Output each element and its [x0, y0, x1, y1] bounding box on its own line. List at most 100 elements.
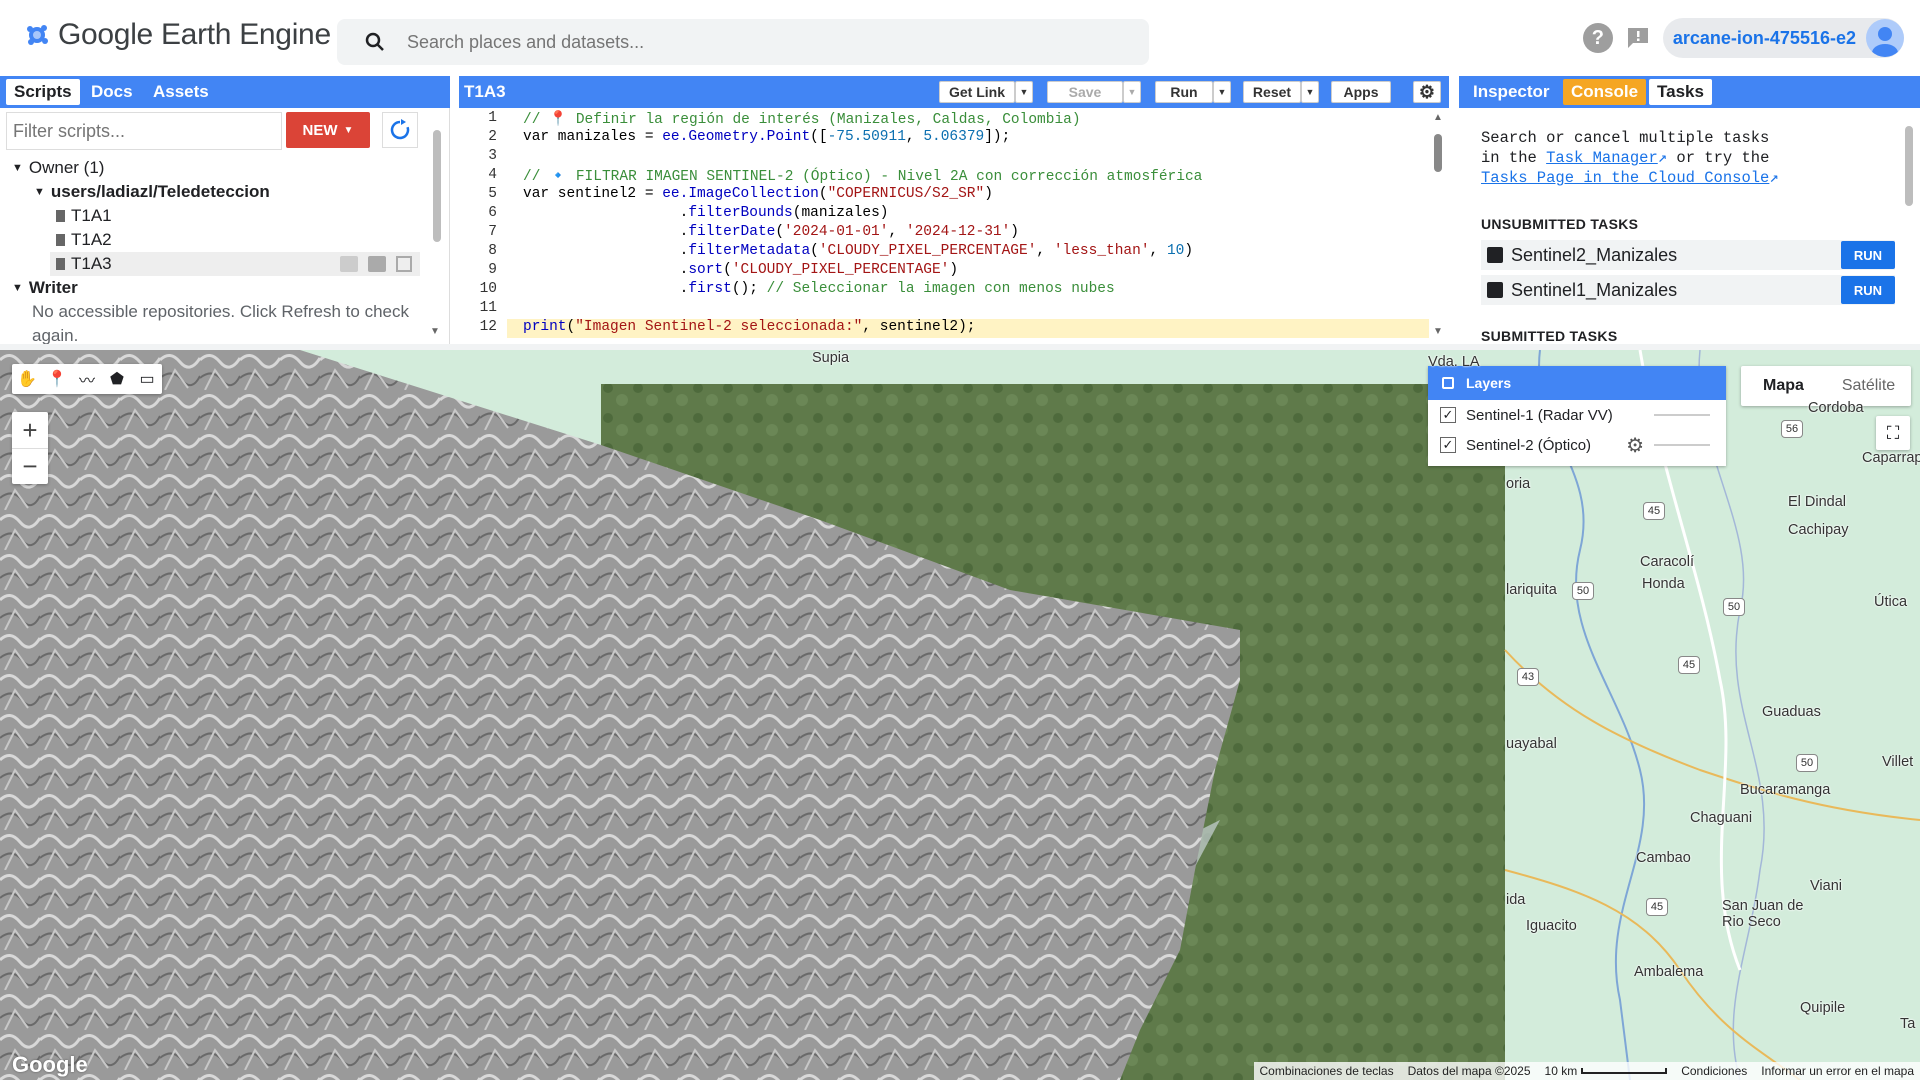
terms-link[interactable]: Condiciones	[1681, 1064, 1747, 1078]
tab-tasks[interactable]: Tasks	[1649, 79, 1712, 105]
layer-checkbox[interactable]: ✓	[1440, 407, 1456, 423]
code-line[interactable]: 9 . sort('CLOUDY_PIXEL_PERCENTAGE')	[459, 262, 1429, 281]
scroll-up-icon[interactable]: ▲	[1433, 112, 1443, 123]
get-link-button[interactable]: Get Link	[939, 81, 1015, 103]
opacity-slider[interactable]	[1654, 414, 1710, 416]
run-dropdown[interactable]: ▼	[1213, 81, 1231, 103]
code-token: )	[949, 262, 959, 278]
help-icon[interactable]: ?	[1582, 23, 1613, 53]
tree-owner[interactable]: ▼ Owner (1)	[0, 156, 430, 180]
tab-docs[interactable]: Docs	[83, 79, 141, 105]
file-label: T1A3	[71, 254, 112, 273]
code-token: (	[723, 262, 732, 278]
scroll-down-icon[interactable]: ▼	[430, 326, 440, 337]
code-line[interactable]: 12 print("Imagen Sentinel-2 seleccionada:…	[459, 319, 1429, 338]
code-editor[interactable]: 1 // 📍 Definir la región de interés (Mani…	[459, 108, 1449, 344]
tab-console[interactable]: Console	[1563, 79, 1647, 105]
reset-dropdown[interactable]: ▼	[1301, 81, 1319, 103]
rectangle-icon[interactable]: ▭	[132, 364, 162, 394]
layer-row: ✓ Sentinel-1 (Radar VV)	[1428, 400, 1726, 430]
apps-button[interactable]: Apps	[1331, 81, 1391, 103]
code-line[interactable]: 3	[459, 148, 1429, 167]
tasks-msg-text: in the	[1481, 149, 1547, 167]
code-line[interactable]: 2 var manizales = ee.Geometry.Point([-75.…	[459, 129, 1429, 148]
avatar	[1866, 19, 1904, 57]
file-icon	[56, 234, 65, 246]
tree-file-t1a2[interactable]: T1A2	[0, 228, 430, 252]
code-token: .	[523, 205, 689, 221]
code-token: 'CLOUDY_PIXEL_PERCENTAGE'	[818, 243, 1037, 259]
task-row: Sentinel2_Manizales RUN	[1481, 240, 1895, 270]
zoom-in-button[interactable]: +	[12, 412, 48, 448]
road-shield: 50	[1723, 598, 1745, 616]
tree-writer[interactable]: ▼ Writer	[0, 276, 430, 300]
refresh-button[interactable]	[382, 112, 418, 148]
filter-scripts-input[interactable]	[6, 112, 282, 150]
road-shield: 45	[1678, 656, 1700, 674]
scale-label: 10 km	[1544, 1064, 1578, 1078]
pan-hand-icon[interactable]: ✋	[12, 364, 42, 394]
save-dropdown[interactable]: ▼	[1123, 81, 1141, 103]
layer-checkbox[interactable]: ✓	[1440, 437, 1456, 453]
new-button[interactable]: NEW ▼	[286, 112, 370, 148]
account-chip[interactable]: arcane-ion-475516-e2	[1662, 18, 1904, 58]
report-error-link[interactable]: Informar un error en el mapa	[1761, 1064, 1914, 1078]
search-input[interactable]	[407, 31, 1107, 53]
polygon-icon[interactable]: ⬟	[102, 364, 132, 394]
delete-icon[interactable]	[396, 256, 412, 272]
code-area[interactable]: 1 // 📍 Definir la región de interés (Mani…	[459, 110, 1429, 338]
unsubmitted-heading: UNSUBMITTED TASKS	[1481, 216, 1639, 232]
code-token: (	[566, 319, 576, 335]
tab-inspector[interactable]: Inspector	[1465, 79, 1558, 105]
get-link-dropdown[interactable]: ▼	[1015, 81, 1033, 103]
layers-panel: Layers ✓ Sentinel-1 (Radar VV) ✓ Sentine…	[1428, 366, 1726, 466]
code-line[interactable]: 6 . filterBounds (manizales)	[459, 205, 1429, 224]
editor-scrollbar[interactable]	[1434, 134, 1442, 172]
gear-icon[interactable]: ⚙	[1626, 433, 1644, 458]
code-line[interactable]: 5 var sentinel2 = ee.ImageCollection("COP…	[459, 186, 1429, 205]
layers-header[interactable]: Layers	[1428, 366, 1726, 400]
code-token: )	[1010, 224, 1019, 240]
cloud-console-link[interactable]: Tasks Page in the Cloud Console	[1481, 169, 1769, 187]
marker-icon[interactable]: 📍	[42, 364, 72, 394]
scroll-down-icon[interactable]: ▼	[1433, 326, 1443, 337]
reset-button[interactable]: Reset	[1243, 81, 1301, 103]
fullscreen-button[interactable]: ⛶	[1876, 416, 1910, 450]
search-icon	[351, 19, 399, 65]
run-task-button[interactable]: RUN	[1841, 276, 1895, 304]
rename-icon[interactable]	[368, 256, 386, 272]
place-label: Supia	[812, 350, 850, 366]
app-logo[interactable]: Google Earth Engine	[24, 18, 331, 52]
task-manager-link[interactable]: Task Manager	[1546, 149, 1658, 167]
settings-button[interactable]: ⚙	[1413, 81, 1441, 103]
keyboard-shortcuts-link[interactable]: Combinaciones de teclas	[1260, 1064, 1394, 1078]
code-line[interactable]: 11	[459, 300, 1429, 319]
search-bar[interactable]	[337, 19, 1149, 65]
scrollbar[interactable]	[433, 130, 441, 242]
code-line[interactable]: 8 . filterMetadata('CLOUDY_PIXEL_PERCENTA…	[459, 243, 1429, 262]
scrollbar[interactable]	[1905, 126, 1913, 206]
script-tree: ▼ Owner (1) ▼ users/ladiazl/Teledeteccio…	[0, 156, 430, 348]
zoom-out-button[interactable]: −	[12, 448, 48, 484]
code-line[interactable]: 10 . first (); // Seleccionar la imagen co…	[459, 281, 1429, 300]
feedback-icon[interactable]	[1623, 23, 1653, 53]
save-button[interactable]: Save	[1047, 81, 1123, 103]
code-line[interactable]: 4 // 🔹 FILTRAR IMAGEN SENTINEL-2 (Óptico)…	[459, 167, 1429, 186]
run-task-button[interactable]: RUN	[1841, 241, 1895, 269]
tree-file-t1a1[interactable]: T1A1	[0, 204, 430, 228]
tab-scripts[interactable]: Scripts	[6, 79, 80, 105]
map-view[interactable]: ✋ 📍 〰 ⬟ ▭ + − Layers ✓ Sentinel-1 (Radar…	[0, 350, 1920, 1080]
tab-assets[interactable]: Assets	[145, 79, 217, 105]
code-line[interactable]: 7 . filterDate('2024-01-01', '2024-12-31'…	[459, 224, 1429, 243]
tree-file-t1a3[interactable]: T1A3	[50, 252, 420, 276]
code-token: filterMetadata	[688, 243, 811, 259]
code-line[interactable]: 1 // 📍 Definir la región de interés (Mani…	[459, 110, 1429, 129]
line-number: 9	[459, 262, 507, 281]
tree-repo[interactable]: ▼ users/ladiazl/Teledeteccion	[0, 180, 430, 204]
opacity-slider[interactable]	[1654, 444, 1710, 446]
code-token: ee.Geometry.Point	[662, 129, 811, 145]
history-icon[interactable]	[340, 256, 358, 272]
run-button[interactable]: Run	[1155, 81, 1213, 103]
line-icon[interactable]: 〰	[72, 364, 102, 394]
image-icon	[1487, 247, 1503, 263]
